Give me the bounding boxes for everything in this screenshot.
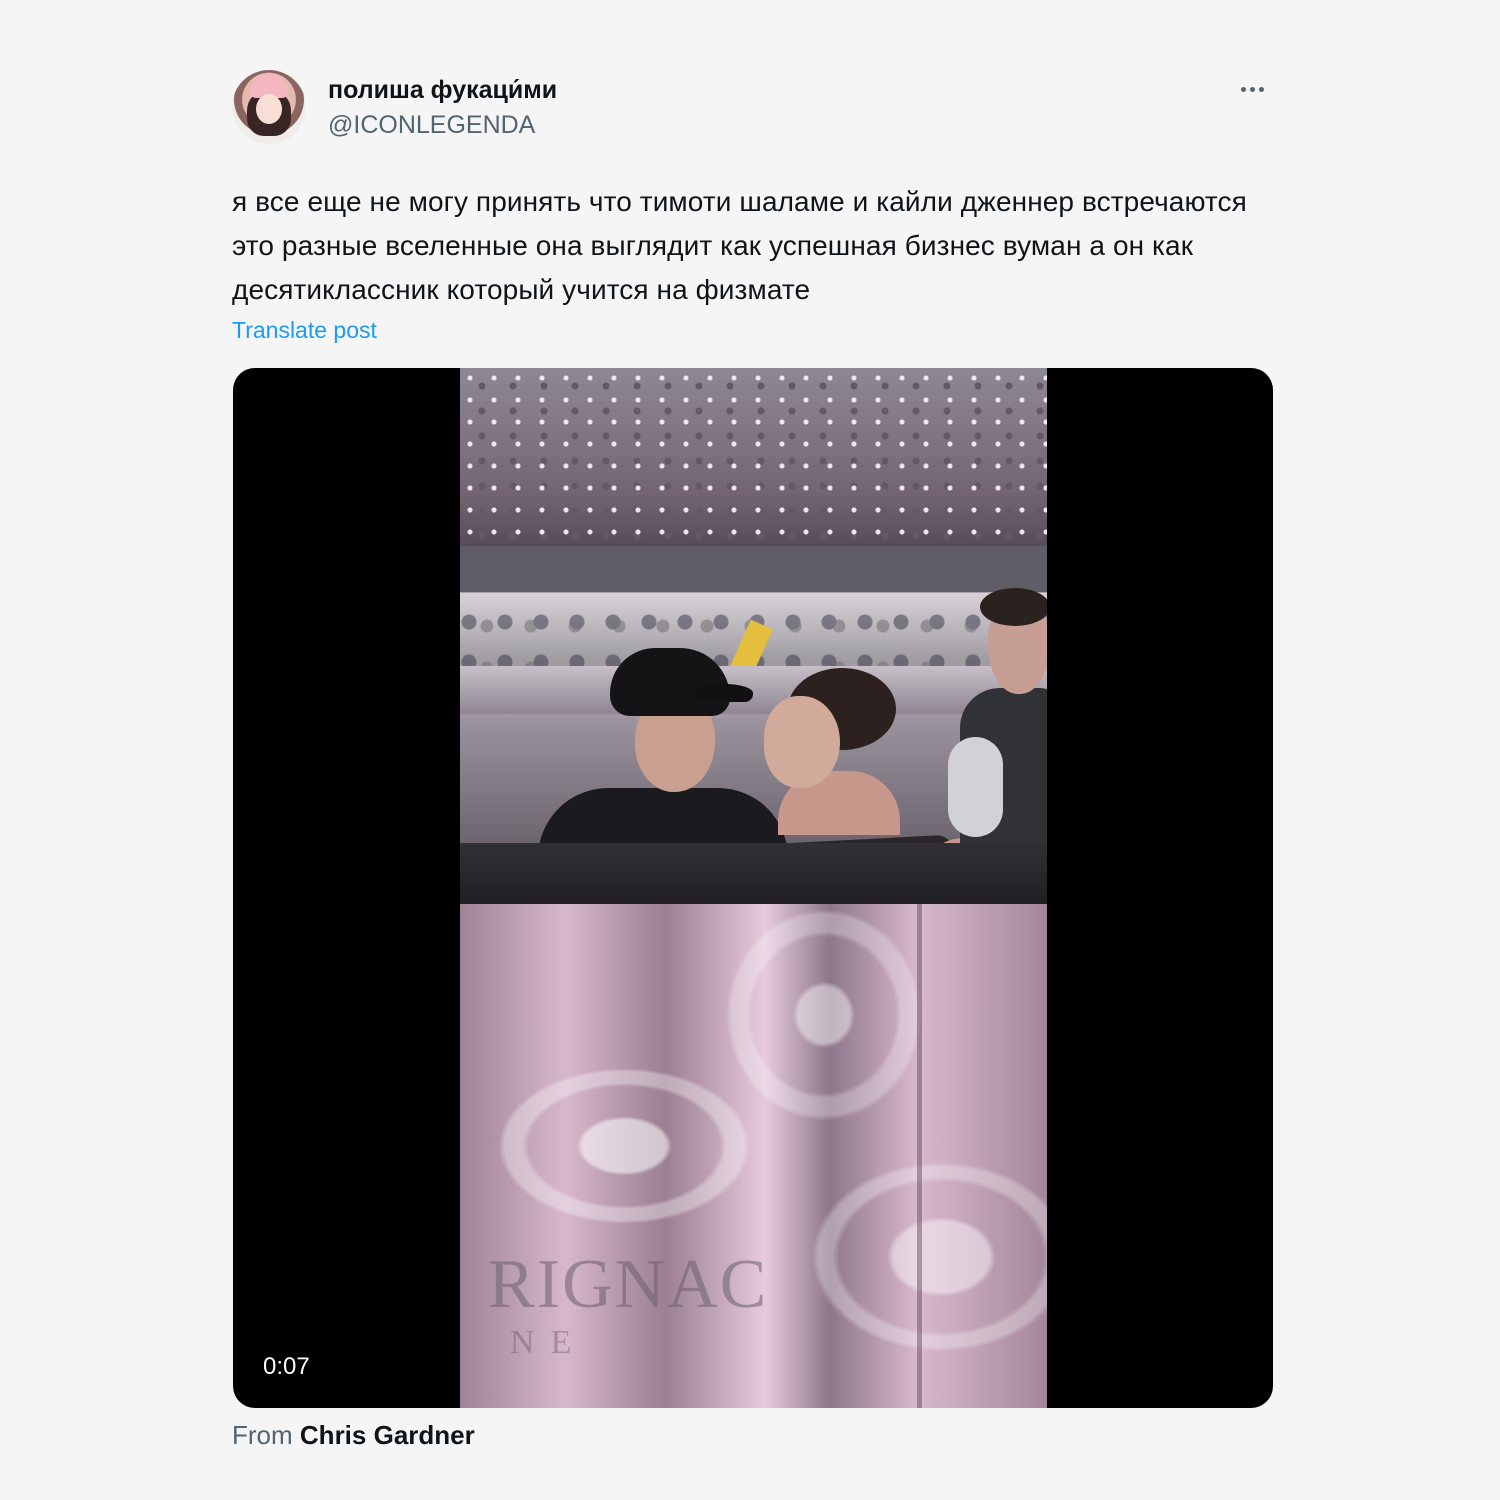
- avatar-face: [256, 94, 282, 124]
- upper-crowd-image: [460, 368, 1047, 548]
- author-info: полиша фукаци́ми @ICONLEGENDA: [328, 74, 557, 142]
- post-text: я все еще не могу принять что тимоти шал…: [232, 186, 1247, 305]
- source-prefix: From: [232, 1420, 293, 1450]
- more-dot-icon: [1249, 86, 1255, 92]
- person-with-hair-bun: [760, 668, 920, 848]
- cap-brim: [695, 684, 753, 702]
- video-player[interactable]: RIGNAC NE 0:07: [233, 368, 1273, 1408]
- source-attribution: From Chris Gardner: [232, 1418, 475, 1452]
- author-avatar[interactable]: [232, 70, 306, 144]
- tweet-header: полиша фукаци́ми @ICONLEGENDA: [232, 70, 1272, 144]
- woman-face: [764, 696, 840, 788]
- satin-logo-text: RIGNAC: [488, 1246, 769, 1323]
- satin-logo-subtext: NE: [510, 1324, 588, 1361]
- video-frame[interactable]: RIGNAC NE: [460, 368, 1047, 1408]
- video-duration: 0:07: [263, 1353, 310, 1380]
- source-name-link[interactable]: Chris Gardner: [300, 1420, 475, 1450]
- translate-post-link[interactable]: Translate post: [232, 315, 377, 345]
- right-person-hair: [980, 588, 1047, 626]
- upper-balcony: [460, 546, 1047, 592]
- more-dot-icon: [1240, 86, 1246, 92]
- satin-seam: [917, 904, 922, 1408]
- black-cap: [610, 648, 730, 716]
- author-display-name[interactable]: полиша фукаци́ми: [328, 74, 557, 106]
- author-handle[interactable]: @ICONLEGENDA: [328, 108, 557, 142]
- more-options-button[interactable]: [1232, 74, 1272, 104]
- right-person-sleeve: [948, 737, 1003, 837]
- tweet-card: полиша фукаци́ми @ICONLEGENDA я все еще …: [232, 70, 1272, 343]
- more-dot-icon: [1258, 86, 1264, 92]
